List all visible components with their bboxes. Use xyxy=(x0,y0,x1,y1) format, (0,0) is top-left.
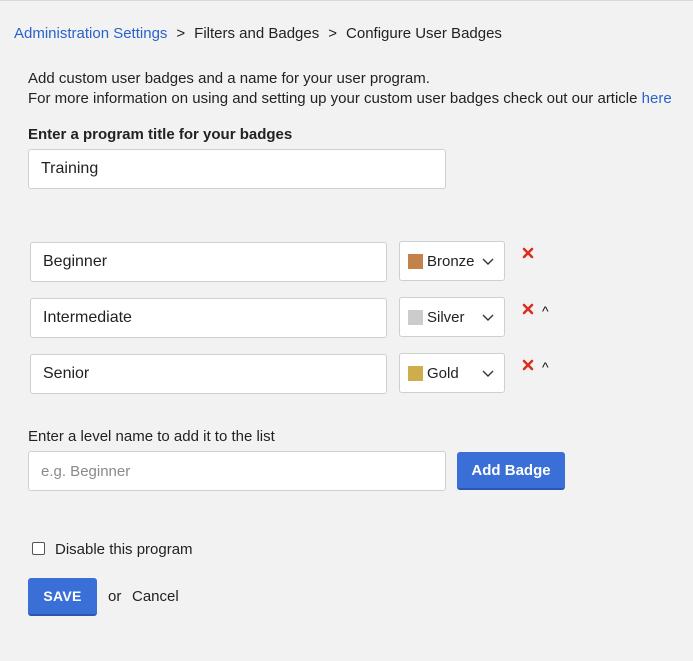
caret-up-icon[interactable]: ^ xyxy=(542,304,549,318)
badge-level-select-3[interactable]: Gold xyxy=(399,353,505,393)
or-text: or xyxy=(108,588,122,605)
article-link[interactable]: here xyxy=(642,90,672,107)
chevron-down-icon xyxy=(482,314,494,321)
badge-level-label-3: Gold xyxy=(427,364,459,382)
disable-program-label: Disable this program xyxy=(55,541,193,558)
close-icon[interactable] xyxy=(522,247,534,259)
close-icon[interactable] xyxy=(522,359,534,371)
cancel-link[interactable]: Cancel xyxy=(132,588,179,605)
breadcrumb-separator: > xyxy=(328,25,338,42)
breadcrumb-separator: > xyxy=(176,25,186,42)
intro-line-2-text: For more information on using and settin… xyxy=(28,90,642,107)
close-icon[interactable] xyxy=(522,303,534,315)
bronze-swatch xyxy=(408,253,423,269)
breadcrumb-current-page: Configure User Badges xyxy=(346,25,502,42)
intro-line-1: Add custom user badges and a name for yo… xyxy=(28,70,430,87)
chevron-down-icon xyxy=(482,258,494,265)
badge-name-input-1[interactable] xyxy=(30,242,387,282)
badge-level-select-2[interactable]: Silver xyxy=(399,297,505,337)
breadcrumb-filters-and-badges: Filters and Badges xyxy=(194,25,320,42)
badge-name-input-2[interactable] xyxy=(30,298,387,338)
intro-text: Add custom user badges and a name for yo… xyxy=(28,69,672,109)
badge-level-label-1: Bronze xyxy=(427,252,475,270)
silver-swatch xyxy=(408,309,423,325)
add-badge-button[interactable]: Add Badge xyxy=(457,452,565,490)
chevron-down-icon xyxy=(482,370,494,377)
badge-level-label-2: Silver xyxy=(427,308,465,326)
level-name-label: Enter a level name to add it to the list xyxy=(28,428,275,445)
breadcrumb-administration-settings[interactable]: Administration Settings xyxy=(14,25,167,42)
level-name-input[interactable] xyxy=(28,451,446,491)
breadcrumb: Administration Settings > Filters and Badg… xyxy=(14,25,502,42)
gold-swatch xyxy=(408,365,423,381)
badge-name-input-3[interactable] xyxy=(30,354,387,394)
intro-line-2: For more information on using and settin… xyxy=(28,89,672,109)
program-title-input[interactable] xyxy=(28,149,446,189)
disable-program-checkbox[interactable] xyxy=(32,542,45,555)
save-button[interactable]: SAVE xyxy=(28,578,97,616)
caret-up-icon[interactable]: ^ xyxy=(542,360,549,374)
program-title-label: Enter a program title for your badges xyxy=(28,126,293,143)
badge-level-select-1[interactable]: Bronze xyxy=(399,241,505,281)
